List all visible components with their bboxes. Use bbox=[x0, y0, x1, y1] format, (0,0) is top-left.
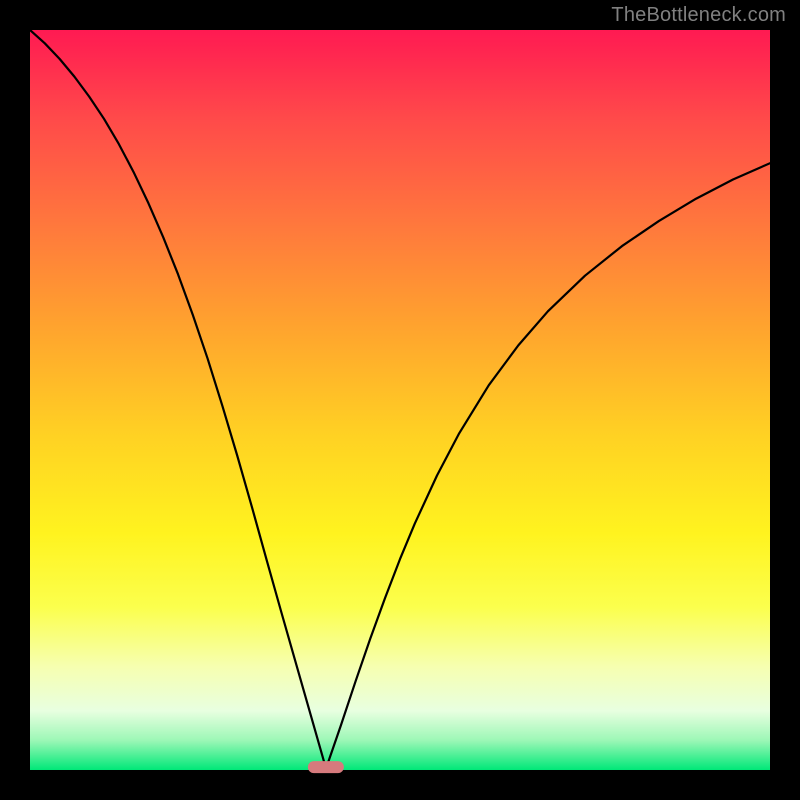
optimum-marker bbox=[308, 761, 344, 773]
watermark-text: TheBottleneck.com bbox=[611, 4, 786, 27]
bottleneck-curve bbox=[30, 30, 770, 769]
plot-area bbox=[30, 30, 770, 770]
chart-frame: TheBottleneck.com bbox=[0, 0, 800, 800]
curve-layer bbox=[30, 30, 770, 770]
